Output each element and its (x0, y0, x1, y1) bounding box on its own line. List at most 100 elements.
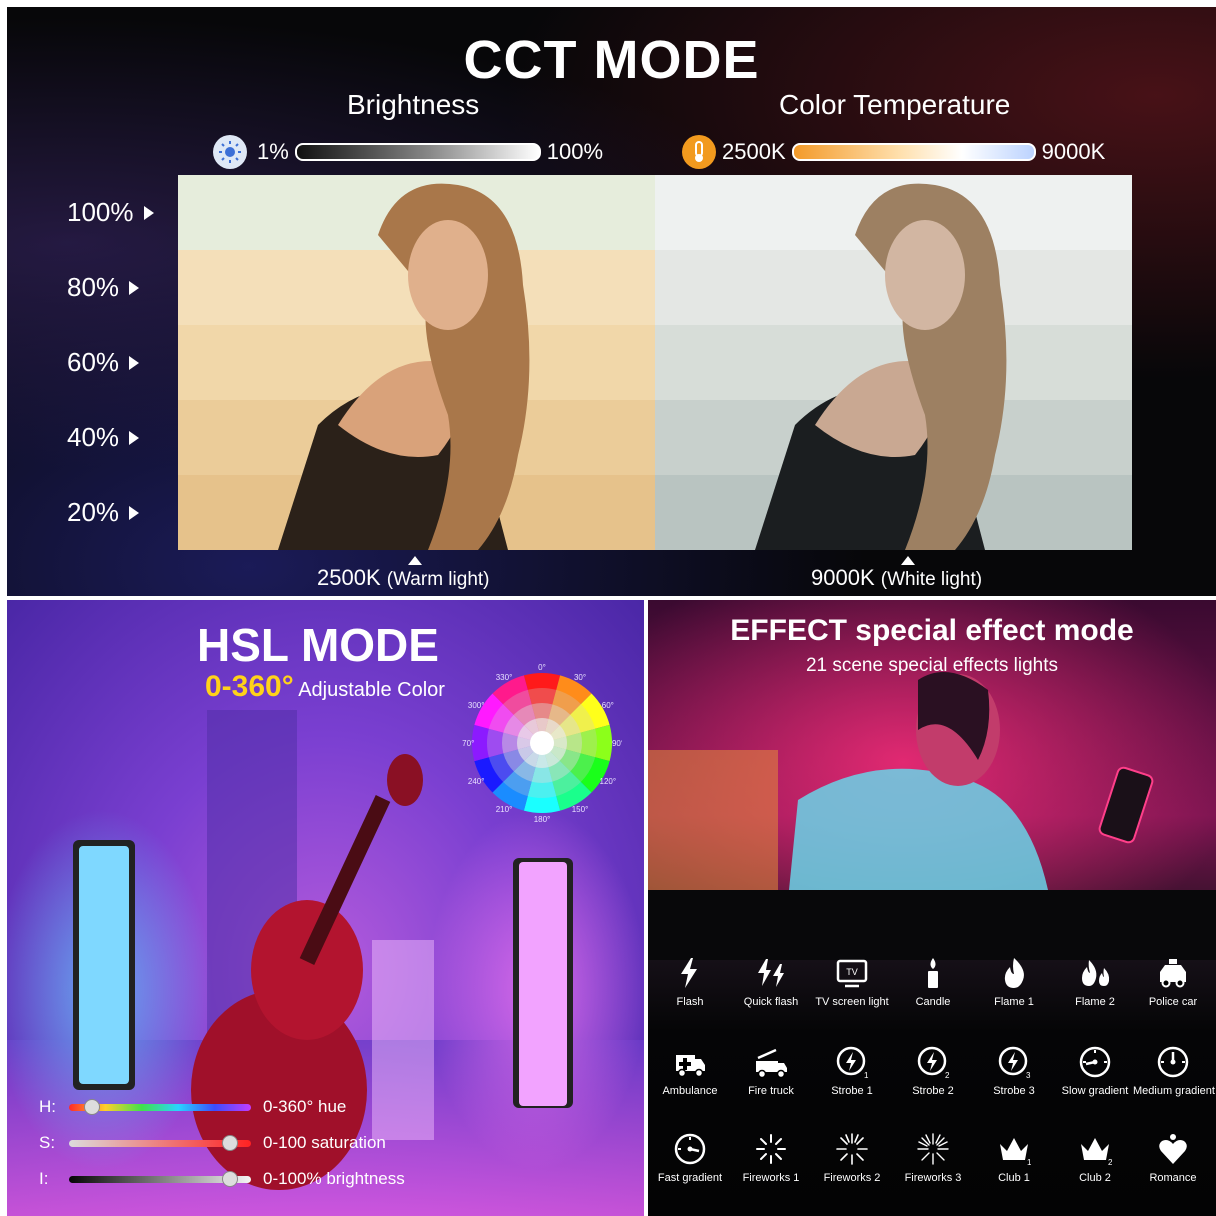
wheel-degree-label: 300° (468, 701, 485, 710)
svg-text:1: 1 (1027, 1158, 1031, 1166)
effect-label: Slow gradient (1061, 1085, 1129, 1097)
hsl-title: HSL MODE (197, 619, 439, 671)
cct-title: CCT MODE (463, 30, 760, 90)
level-40: 40% (67, 422, 140, 453)
hsl-subtitle: 0-360° Adjustable Color (205, 670, 445, 703)
effect-item-medium-gradient[interactable]: Medium gradient (1133, 1045, 1215, 1097)
effect-item-police-car[interactable]: Police car (1133, 956, 1213, 1008)
effect-label: Fireworks 1 (742, 1172, 800, 1184)
strobe-2-icon: 2 (893, 1045, 973, 1079)
level-20: 20% (67, 497, 140, 528)
lightning-icon (650, 956, 730, 990)
wheel-degree-label: 270° (462, 739, 474, 748)
effect-item-strobe-3[interactable]: 3 Strobe 3 (974, 1045, 1054, 1097)
effect-title: EFFECT special effect mode (730, 614, 1134, 647)
saturation-slider-row: S: 0-100 saturation (39, 1133, 386, 1153)
effect-item-strobe-1[interactable]: 1 Strobe 1 (812, 1045, 892, 1097)
arrow-right-icon (129, 430, 140, 445)
effect-item-slow-gradient[interactable]: Slow gradient (1055, 1045, 1135, 1097)
effect-item-flame-2[interactable]: Flame 2 (1055, 956, 1135, 1008)
effect-item-fire-truck[interactable]: Fire truck (731, 1045, 811, 1097)
hue-slider[interactable] (69, 1098, 251, 1115)
effect-label: TV screen light (815, 996, 889, 1008)
cct-mode-panel: CCT MODE Brightness Color Temperature 1%… (7, 7, 1216, 596)
hue-slider-row: H: 0-360° hue (39, 1097, 346, 1117)
effect-item-club-2[interactable]: 2 Club 2 (1055, 1132, 1135, 1184)
effect-label: Police car (1148, 996, 1198, 1008)
temp-max: 9000K (1041, 139, 1106, 164)
effect-label: Ambulance (662, 1085, 718, 1097)
arrow-right-icon (129, 280, 140, 295)
effect-item-fast-gradient[interactable]: Fast gradient (650, 1132, 730, 1184)
strobe-1-icon: 1 (812, 1045, 892, 1079)
fire-truck-icon (731, 1045, 811, 1079)
color-temp-bar (791, 143, 1036, 161)
gauge-fast-icon (650, 1132, 730, 1166)
effect-item-fireworks-3[interactable]: Fireworks 3 (893, 1132, 973, 1184)
saturation-key: S: (39, 1133, 56, 1152)
effect-label: Flash (676, 996, 704, 1008)
hsl-mode-panel: HSL MODE 0-360° Adjustable Color 0° 30° 60… (7, 600, 644, 1216)
effect-item-romance[interactable]: Romance (1133, 1132, 1213, 1184)
saturation-slider[interactable] (69, 1134, 251, 1151)
effect-mode-panel: EFFECT special effect mode 21 scene spec… (648, 600, 1216, 1216)
effect-item-flame-1[interactable]: Flame 1 (974, 956, 1054, 1008)
wheel-degree-label: 30° (574, 673, 586, 682)
effect-scene-illustration (648, 600, 1216, 960)
effect-item-strobe-2[interactable]: 2 Strobe 2 (893, 1045, 973, 1097)
effect-item-flash[interactable]: Flash (650, 956, 730, 1008)
effect-label: Medium gradient (1133, 1085, 1215, 1097)
sun-icon (213, 135, 247, 169)
thermometer-icon (682, 135, 716, 169)
effect-item-fireworks-1[interactable]: Fireworks 1 (731, 1132, 811, 1184)
brightness-slider-row: I: 0-100% brightness (39, 1169, 405, 1189)
effect-item-ambulance[interactable]: Ambulance (650, 1045, 730, 1097)
effect-label: Flame 1 (994, 996, 1034, 1008)
intensity-slider-knob[interactable] (222, 1170, 239, 1187)
brightness-heading: Brightness (347, 89, 480, 120)
wheel-degree-label: 180° (534, 815, 551, 823)
effect-label: Candle (915, 996, 951, 1008)
brightness-scale: 1% 100% (213, 135, 603, 169)
color-temp-scale: 2500K 9000K (682, 135, 1105, 169)
double-flame-icon (1055, 956, 1135, 990)
intensity-key: I: (39, 1169, 49, 1188)
white-light-caption: 9000K (White light) (811, 565, 983, 590)
svg-text:2: 2 (1108, 1158, 1112, 1166)
gauge-medium-icon (1133, 1045, 1213, 1079)
level-60: 60% (67, 347, 140, 378)
color-wheel-center (530, 731, 554, 755)
brightness-max: 100% (546, 139, 604, 164)
wheel-degree-label: 0° (538, 663, 546, 672)
candle-icon (893, 956, 973, 990)
svg-text:1: 1 (864, 1071, 869, 1079)
effect-item-candle[interactable]: Candle (893, 956, 973, 1008)
fireworks-1-icon (731, 1132, 811, 1166)
effect-label: Strobe 1 (831, 1085, 873, 1097)
wheel-degree-label: 330° (496, 673, 513, 682)
fireworks-2-icon (812, 1132, 892, 1166)
saturation-slider-knob[interactable] (222, 1134, 239, 1151)
effect-label: Flame 2 (1075, 996, 1115, 1008)
strobe-3-icon: 3 (974, 1045, 1054, 1079)
effect-subtitle: 21 scene special effects lights (805, 655, 1059, 676)
tv-icon: TV (812, 956, 892, 990)
wheel-degree-label: 120° (600, 777, 617, 786)
caret-up-icon (901, 556, 915, 565)
svg-text:2: 2 (945, 1071, 950, 1079)
effect-item-tv-screen-light[interactable]: TV TV screen light (812, 956, 892, 1008)
effect-item-quick-flash[interactable]: Quick flash (731, 956, 811, 1008)
svg-text:TV: TV (846, 967, 858, 977)
effect-item-fireworks-2[interactable]: Fireworks 2 (812, 1132, 892, 1184)
wheel-degree-label: 210° (496, 805, 513, 814)
crown-2-icon: 2 (1055, 1132, 1135, 1166)
warm-light-caption: 2500K (Warm light) (317, 565, 490, 590)
effect-label: Romance (1149, 1172, 1197, 1184)
effect-item-club-1[interactable]: 1 Club 1 (974, 1132, 1054, 1184)
warm-light-photo (178, 175, 655, 550)
heart-icon (1133, 1132, 1213, 1166)
arrow-right-icon (143, 205, 154, 220)
hue-slider-knob[interactable] (83, 1098, 100, 1115)
intensity-slider[interactable] (69, 1170, 251, 1187)
brightness-min: 1% (257, 139, 289, 164)
